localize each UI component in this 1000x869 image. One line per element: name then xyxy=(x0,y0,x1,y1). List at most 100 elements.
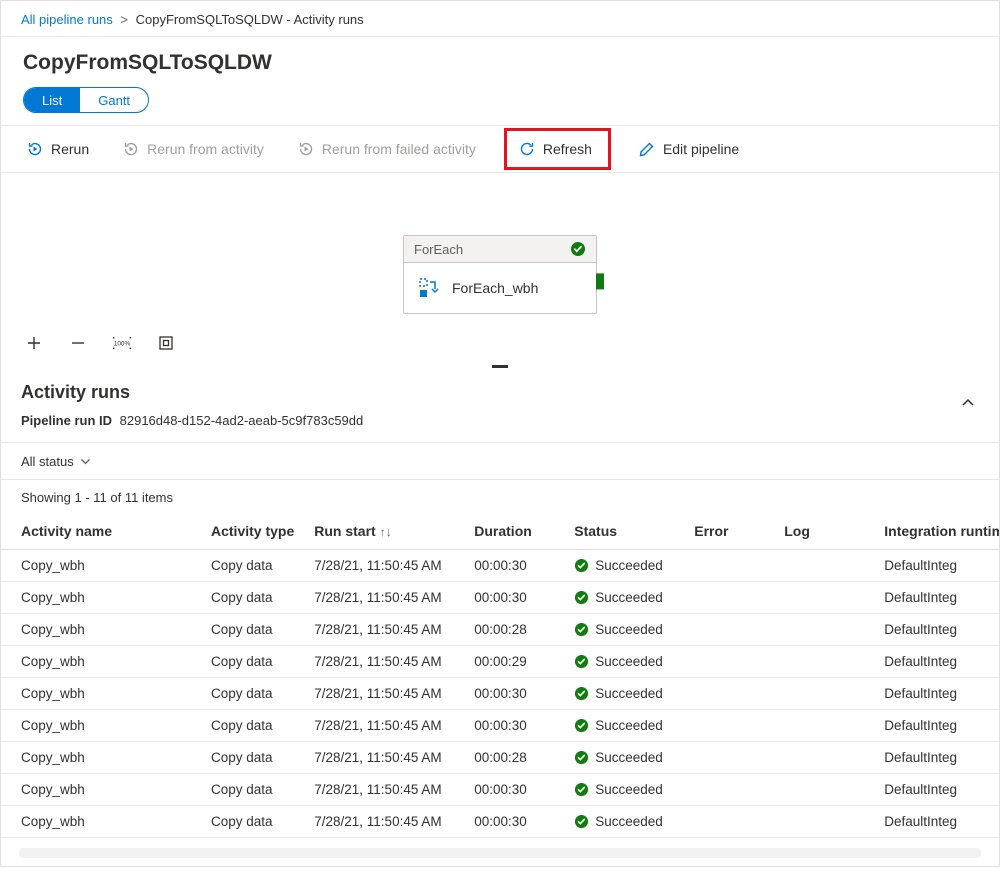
rerun-from-failed-button: Rerun from failed activity xyxy=(292,137,482,161)
zoom-reset-button[interactable]: 100% xyxy=(111,332,133,354)
col-activity-type[interactable]: Activity type xyxy=(201,513,304,550)
success-check-icon xyxy=(574,782,589,797)
view-toggle-list[interactable]: List xyxy=(24,88,80,112)
cell-log xyxy=(774,678,874,710)
success-check-icon xyxy=(574,814,589,829)
cell-duration: 00:00:30 xyxy=(464,550,564,582)
success-check-icon xyxy=(570,241,586,257)
cell-status: Succeeded xyxy=(564,710,684,742)
table-row[interactable]: Copy_wbhCopy data7/28/21, 11:50:45 AM00:… xyxy=(1,646,999,678)
view-toggle-gantt[interactable]: Gantt xyxy=(80,88,148,112)
cell-activity-name: Copy_wbh xyxy=(1,742,201,774)
cell-run-start: 7/28/21, 11:50:45 AM xyxy=(304,646,464,678)
edit-pipeline-button[interactable]: Edit pipeline xyxy=(633,137,745,161)
cell-duration: 00:00:28 xyxy=(464,742,564,774)
cell-duration: 00:00:30 xyxy=(464,774,564,806)
cell-run-start: 7/28/21, 11:50:45 AM xyxy=(304,806,464,838)
cell-log xyxy=(774,614,874,646)
col-status[interactable]: Status xyxy=(564,513,684,550)
rerun-failed-icon xyxy=(298,141,314,157)
rerun-button[interactable]: Rerun xyxy=(21,137,95,161)
col-duration[interactable]: Duration xyxy=(464,513,564,550)
cell-run-start: 7/28/21, 11:50:45 AM xyxy=(304,678,464,710)
cell-duration: 00:00:30 xyxy=(464,710,564,742)
cell-integration-runtime: DefaultInteg xyxy=(874,614,999,646)
col-activity-name[interactable]: Activity name xyxy=(1,513,201,550)
cell-activity-name: Copy_wbh xyxy=(1,646,201,678)
table-row[interactable]: Copy_wbhCopy data7/28/21, 11:50:45 AM00:… xyxy=(1,742,999,774)
cell-activity-name: Copy_wbh xyxy=(1,710,201,742)
cell-activity-type: Copy data xyxy=(201,710,304,742)
breadcrumb-separator: > xyxy=(120,12,128,27)
cell-activity-name: Copy_wbh xyxy=(1,582,201,614)
showing-count: Showing 1 - 11 of 11 items xyxy=(21,480,979,513)
cell-duration: 00:00:30 xyxy=(464,678,564,710)
cell-status: Succeeded xyxy=(564,774,684,806)
breadcrumb-link-pipelineruns[interactable]: All pipeline runs xyxy=(21,12,113,27)
collapse-panel-button[interactable] xyxy=(961,396,975,410)
breadcrumb-current: CopyFromSQLToSQLDW - Activity runs xyxy=(136,12,364,27)
svg-text:100%: 100% xyxy=(114,341,131,348)
table-row[interactable]: Copy_wbhCopy data7/28/21, 11:50:45 AM00:… xyxy=(1,582,999,614)
status-filter-dropdown[interactable]: All status xyxy=(21,454,91,469)
cell-activity-type: Copy data xyxy=(201,678,304,710)
activity-output-port[interactable] xyxy=(596,273,604,289)
cell-run-start: 7/28/21, 11:50:45 AM xyxy=(304,774,464,806)
toolbar: Rerun Rerun from activity Rerun from fai… xyxy=(1,125,999,173)
table-row[interactable]: Copy_wbhCopy data7/28/21, 11:50:45 AM00:… xyxy=(1,678,999,710)
activity-runs-table: Activity name Activity type Run start↑↓ … xyxy=(1,513,999,838)
cell-integration-runtime: DefaultInteg xyxy=(874,774,999,806)
refresh-highlight-box: Refresh xyxy=(504,128,611,170)
cell-activity-type: Copy data xyxy=(201,742,304,774)
rerun-from-activity-button: Rerun from activity xyxy=(117,137,270,161)
refresh-icon xyxy=(519,141,535,157)
cell-error xyxy=(684,806,774,838)
cell-integration-runtime: DefaultInteg xyxy=(874,646,999,678)
cell-integration-runtime: DefaultInteg xyxy=(874,550,999,582)
cell-activity-name: Copy_wbh xyxy=(1,678,201,710)
horizontal-scrollbar[interactable] xyxy=(19,848,981,858)
refresh-button[interactable]: Refresh xyxy=(513,137,598,161)
col-integration-runtime[interactable]: Integration runtime xyxy=(874,513,999,550)
cell-log xyxy=(774,742,874,774)
activity-runs-heading: Activity runs xyxy=(21,382,979,403)
cell-error xyxy=(684,614,774,646)
rerun-icon xyxy=(27,141,43,157)
success-check-icon xyxy=(574,718,589,733)
table-row[interactable]: Copy_wbhCopy data7/28/21, 11:50:45 AM00:… xyxy=(1,710,999,742)
success-check-icon xyxy=(574,558,589,573)
table-row[interactable]: Copy_wbhCopy data7/28/21, 11:50:45 AM00:… xyxy=(1,614,999,646)
cell-error xyxy=(684,774,774,806)
col-error[interactable]: Error xyxy=(684,513,774,550)
page-title: CopyFromSQLToSQLDW xyxy=(23,51,977,75)
cell-activity-type: Copy data xyxy=(201,806,304,838)
cell-integration-runtime: DefaultInteg xyxy=(874,742,999,774)
zoom-fit-button[interactable] xyxy=(155,332,177,354)
cell-integration-runtime: DefaultInteg xyxy=(874,582,999,614)
cell-status: Succeeded xyxy=(564,550,684,582)
cell-status: Succeeded xyxy=(564,614,684,646)
activity-node-foreach[interactable]: ForEach ForEach_wbh xyxy=(403,235,597,314)
cell-duration: 00:00:29 xyxy=(464,646,564,678)
cell-run-start: 7/28/21, 11:50:45 AM xyxy=(304,710,464,742)
cell-error xyxy=(684,742,774,774)
view-toggle: List Gantt xyxy=(23,87,149,113)
cell-run-start: 7/28/21, 11:50:45 AM xyxy=(304,550,464,582)
cell-activity-name: Copy_wbh xyxy=(1,614,201,646)
status-filter-label: All status xyxy=(21,454,74,469)
zoom-in-button[interactable] xyxy=(23,332,45,354)
table-row[interactable]: Copy_wbhCopy data7/28/21, 11:50:45 AM00:… xyxy=(1,774,999,806)
zoom-out-button[interactable] xyxy=(67,332,89,354)
cell-integration-runtime: DefaultInteg xyxy=(874,710,999,742)
activity-node-name: ForEach_wbh xyxy=(452,280,538,296)
col-run-start[interactable]: Run start↑↓ xyxy=(304,513,464,550)
table-row[interactable]: Copy_wbhCopy data7/28/21, 11:50:45 AM00:… xyxy=(1,550,999,582)
success-check-icon xyxy=(574,686,589,701)
cell-status: Succeeded xyxy=(564,582,684,614)
cell-log xyxy=(774,710,874,742)
col-log[interactable]: Log xyxy=(774,513,874,550)
cell-status: Succeeded xyxy=(564,742,684,774)
cell-activity-type: Copy data xyxy=(201,582,304,614)
table-row[interactable]: Copy_wbhCopy data7/28/21, 11:50:45 AM00:… xyxy=(1,806,999,838)
success-check-icon xyxy=(574,622,589,637)
